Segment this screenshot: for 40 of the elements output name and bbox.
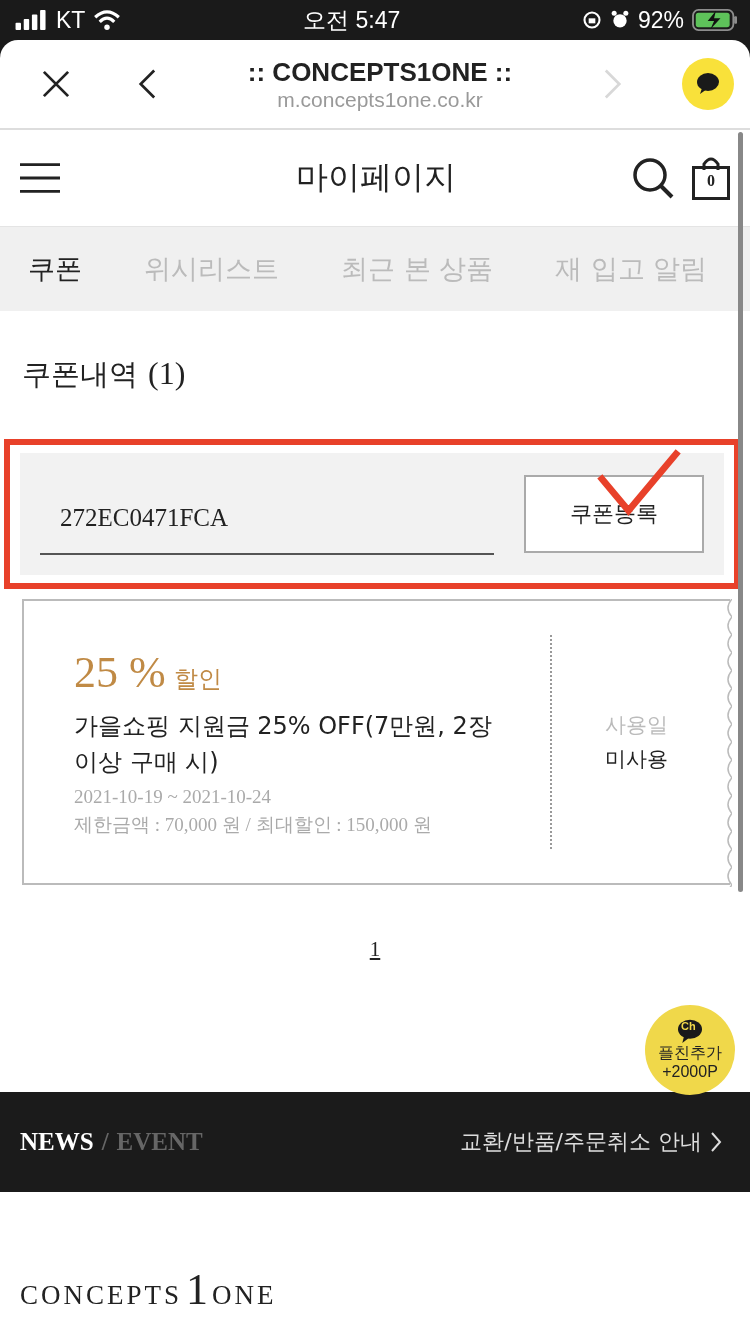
logo-text: ONE xyxy=(212,1280,277,1311)
battery-charging-icon xyxy=(692,9,738,31)
add-friend-badge[interactable]: Ch 플친추가 +2000P xyxy=(645,1005,735,1095)
wifi-icon xyxy=(93,10,122,30)
close-icon[interactable] xyxy=(42,70,70,98)
menu-icon[interactable] xyxy=(20,162,60,194)
discount-rate: 25 % xyxy=(74,646,166,698)
section-title: 쿠폰내역 xyxy=(22,356,138,393)
badge-text: 플친추가 xyxy=(658,1043,722,1062)
usage-label: 사용일 xyxy=(604,712,668,739)
coupon-limits: 제한금액 : 70,000 원 / 최대할인 : 150,000 원 xyxy=(74,812,433,837)
discount-label: 할인 xyxy=(173,663,222,695)
chat-bubble-icon[interactable] xyxy=(682,58,734,110)
page-title: :: CONCEPTS1ONE :: xyxy=(246,56,514,88)
search-icon[interactable] xyxy=(632,157,674,199)
usage-status: 미사용 xyxy=(604,746,668,773)
alarm-clock-icon xyxy=(609,10,630,30)
chevron-right-icon xyxy=(710,1131,722,1153)
badge-points: +2000P xyxy=(662,1062,718,1081)
shopping-bag-button[interactable]: 0 xyxy=(692,156,730,200)
battery-percent: 92% xyxy=(637,6,684,34)
page-link[interactable]: 1 xyxy=(369,937,381,961)
channel-label: Ch xyxy=(681,1020,696,1032)
separator-slash: / xyxy=(101,1128,109,1156)
carrier-name: KT xyxy=(56,6,86,34)
status-time: 오전 5:47 xyxy=(303,5,401,35)
page-url: m.concepts1one.co.kr xyxy=(276,87,484,112)
coupon-name: 가을쇼핑 지원금 25% OFF(7만원, 2장이상 구매 시) xyxy=(74,710,493,778)
speech-bubble-icon xyxy=(677,1019,703,1043)
signal-icon xyxy=(14,10,48,30)
logo-numeral: 1 xyxy=(186,1264,209,1315)
cart-count: 0 xyxy=(706,172,716,190)
page-heading: 마이페이지 xyxy=(295,157,457,198)
coupon-count: (1) xyxy=(148,355,186,392)
tab[interactable]: 쿠폰 xyxy=(28,251,82,287)
logo-text: CONCEPTS xyxy=(20,1280,183,1311)
news-link[interactable]: NEWS xyxy=(20,1128,94,1156)
shopping-bag-icon xyxy=(692,156,730,200)
rotation-lock-icon xyxy=(581,10,602,30)
coupon-period: 2021-10-19 ~ 2021-10-24 xyxy=(74,785,273,808)
